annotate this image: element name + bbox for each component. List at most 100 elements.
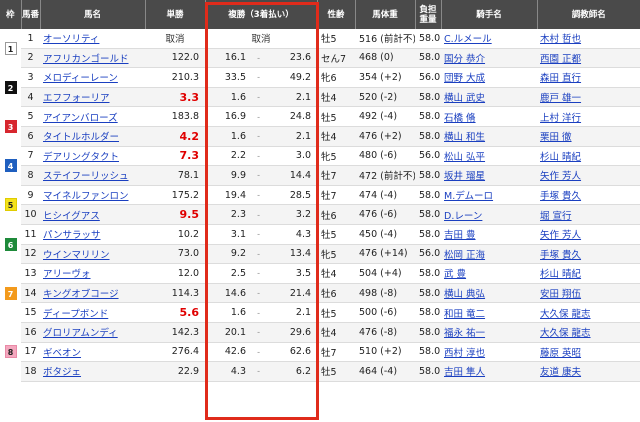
jockey-link[interactable]: 石橋 脩 bbox=[444, 113, 476, 124]
odds-table: 枠 馬番 馬名 単勝 複勝（3着払い） 性齢 馬体重 負担重量 騎手名 調教師名… bbox=[0, 0, 640, 382]
trainer-link[interactable]: 西園 正都 bbox=[540, 54, 581, 65]
place-odds-cell: 取消 bbox=[205, 29, 318, 49]
header-umaban: 馬番 bbox=[20, 0, 40, 29]
trainer-link[interactable]: 杉山 晴紀 bbox=[540, 269, 581, 280]
place-odds-low-cell: 42.6 - bbox=[205, 342, 260, 363]
jockey-link[interactable]: 吉田 豊 bbox=[444, 230, 476, 241]
jockey-link[interactable]: 和田 竜二 bbox=[444, 309, 485, 320]
sex-age-cell: セん7 bbox=[317, 48, 356, 69]
trainer-link[interactable]: 大久保 龍志 bbox=[540, 328, 591, 339]
horse-name-link[interactable]: ギベオン bbox=[43, 348, 81, 359]
horse-name-link[interactable]: ウインマリリン bbox=[43, 250, 110, 261]
body-weight-cell: 472 (前計不) bbox=[355, 165, 416, 186]
trainer-link[interactable]: 大久保 龍志 bbox=[540, 309, 591, 320]
trainer-link[interactable]: 木村 哲也 bbox=[540, 34, 581, 45]
jockey-link[interactable]: 松山 弘平 bbox=[444, 152, 485, 163]
trainer-link[interactable]: 友道 康夫 bbox=[540, 367, 581, 378]
jockey-link[interactable]: 横山 武史 bbox=[444, 93, 485, 104]
jockey-cell: 団野 大成 bbox=[441, 67, 538, 88]
header-waku: 枠 bbox=[0, 0, 21, 29]
trainer-cell: 栗田 徹 bbox=[537, 126, 640, 147]
umaban-cell: 7 bbox=[21, 146, 40, 167]
horse-name-link[interactable]: ステイフーリッシュ bbox=[43, 171, 129, 182]
place-odds-dash: - bbox=[257, 72, 260, 82]
trainer-link[interactable]: 鹿戸 雄一 bbox=[540, 93, 581, 104]
horse-name-link[interactable]: エフフォーリア bbox=[43, 93, 110, 104]
trainer-link[interactable]: 藤原 英昭 bbox=[540, 348, 581, 359]
jockey-link[interactable]: D.レーン bbox=[444, 211, 482, 222]
jockey-link[interactable]: 横山 和生 bbox=[444, 132, 485, 143]
place-odds-low-cell: 16.9 - bbox=[205, 106, 260, 127]
carried-weight-cell: 58.0 bbox=[415, 361, 442, 382]
horse-name-cell: アイアンバローズ bbox=[40, 106, 145, 127]
jockey-link[interactable]: 武 豊 bbox=[444, 269, 466, 280]
jockey-link[interactable]: 団野 大成 bbox=[444, 73, 485, 84]
table-row: 15 ディープボンド 5.6 1.6 -2.1 牡5 500 (-6) 58.0 和田 竜二 大久… bbox=[0, 302, 640, 323]
jockey-link[interactable]: 西村 淳也 bbox=[444, 348, 485, 359]
trainer-link[interactable]: 手塚 貴久 bbox=[540, 191, 581, 202]
jockey-link[interactable]: 坂井 瑠星 bbox=[444, 171, 485, 182]
trainer-link[interactable]: 矢作 芳人 bbox=[540, 230, 581, 241]
horse-name-link[interactable]: アイアンバローズ bbox=[43, 113, 118, 124]
trainer-link[interactable]: 安田 翔伍 bbox=[540, 289, 581, 300]
umaban-cell: 16 bbox=[21, 322, 40, 343]
carried-weight-cell: 58.0 bbox=[415, 224, 442, 245]
trainer-link[interactable]: 上村 洋行 bbox=[540, 113, 581, 124]
jockey-link[interactable]: 横山 典弘 bbox=[444, 289, 485, 300]
jockey-cell: D.レーン bbox=[441, 204, 538, 225]
umaban-cell: 1 bbox=[21, 29, 40, 49]
waku-badge: 8 bbox=[4, 345, 17, 359]
horse-name-cell: ウインマリリン bbox=[40, 244, 145, 265]
jockey-link[interactable]: C.ルメール bbox=[444, 34, 492, 45]
place-odds-low: 42.6 bbox=[224, 346, 246, 358]
horse-name-link[interactable]: ディープボンド bbox=[43, 309, 108, 320]
trainer-link[interactable]: 森田 直行 bbox=[540, 73, 581, 84]
place-odds-low: 3.1 bbox=[230, 228, 246, 240]
trainer-link[interactable]: 矢作 芳人 bbox=[540, 171, 581, 182]
trainer-link[interactable]: 栗田 徹 bbox=[540, 132, 572, 143]
horse-name-link[interactable]: マイネルファンロン bbox=[43, 191, 129, 202]
place-odds-low: 16.1 bbox=[224, 52, 246, 64]
place-odds-dash: - bbox=[257, 327, 260, 337]
horse-name-link[interactable]: デアリングタクト bbox=[43, 152, 119, 163]
horse-name-link[interactable]: メロディーレーン bbox=[43, 73, 118, 84]
horse-name-link[interactable]: キングオブコージ bbox=[43, 289, 119, 300]
horse-name-link[interactable]: グロリアムンディ bbox=[43, 328, 118, 339]
horse-name-link[interactable]: ボタジェ bbox=[43, 367, 81, 378]
carried-weight-cell: 58.0 bbox=[415, 342, 442, 363]
waku-badge: 5 bbox=[4, 198, 17, 212]
horse-name-cell: ステイフーリッシュ bbox=[40, 165, 145, 186]
place-odds-dash: - bbox=[257, 249, 260, 259]
horse-name-link[interactable]: アフリカンゴールド bbox=[43, 54, 129, 65]
jockey-link[interactable]: M.デムーロ bbox=[444, 191, 493, 202]
waku-cell: 4 bbox=[0, 146, 21, 186]
table-row: 14 キングオブコージ 114.3 14.6 -21.4 牡6 498 (-8) 58.0 横山… bbox=[0, 283, 640, 304]
trainer-link[interactable]: 杉山 晴紀 bbox=[540, 152, 581, 163]
body-weight-cell: 480 (-6) bbox=[355, 146, 416, 167]
horse-name-link[interactable]: オーソリティ bbox=[43, 34, 99, 45]
place-odds-high-cell: 2.1 bbox=[260, 302, 318, 323]
horse-name-link[interactable]: タイトルホルダー bbox=[43, 132, 119, 143]
place-odds-high-cell: 23.6 bbox=[260, 48, 318, 69]
umaban-cell: 13 bbox=[21, 263, 40, 284]
jockey-cell: C.ルメール bbox=[441, 29, 538, 49]
sex-age-cell: 牝5 bbox=[317, 244, 356, 265]
place-odds-high-cell: 21.4 bbox=[260, 283, 318, 304]
jockey-link[interactable]: 吉田 隼人 bbox=[444, 367, 485, 378]
jockey-link[interactable]: 福永 祐一 bbox=[444, 328, 485, 339]
horse-name-link[interactable]: パンサラッサ bbox=[43, 230, 100, 241]
umaban-cell: 14 bbox=[21, 283, 40, 304]
horse-name-cell: ボタジェ bbox=[40, 361, 145, 382]
jockey-link[interactable]: 松岡 正海 bbox=[444, 250, 485, 261]
win-odds-cell: 175.2 bbox=[145, 185, 205, 206]
waku-badge: 3 bbox=[4, 119, 17, 133]
jockey-link[interactable]: 国分 恭介 bbox=[444, 54, 485, 65]
horse-name-link[interactable]: アリーヴォ bbox=[43, 269, 91, 280]
place-odds-low: 4.3 bbox=[230, 365, 246, 377]
place-odds-dash: - bbox=[257, 288, 260, 298]
trainer-link[interactable]: 手塚 貴久 bbox=[540, 250, 581, 261]
horse-name-cell: マイネルファンロン bbox=[40, 185, 145, 206]
trainer-link[interactable]: 堀 宣行 bbox=[540, 211, 572, 222]
win-odds-cell: 12.0 bbox=[145, 263, 205, 284]
horse-name-link[interactable]: ヒシイグアス bbox=[43, 211, 100, 222]
